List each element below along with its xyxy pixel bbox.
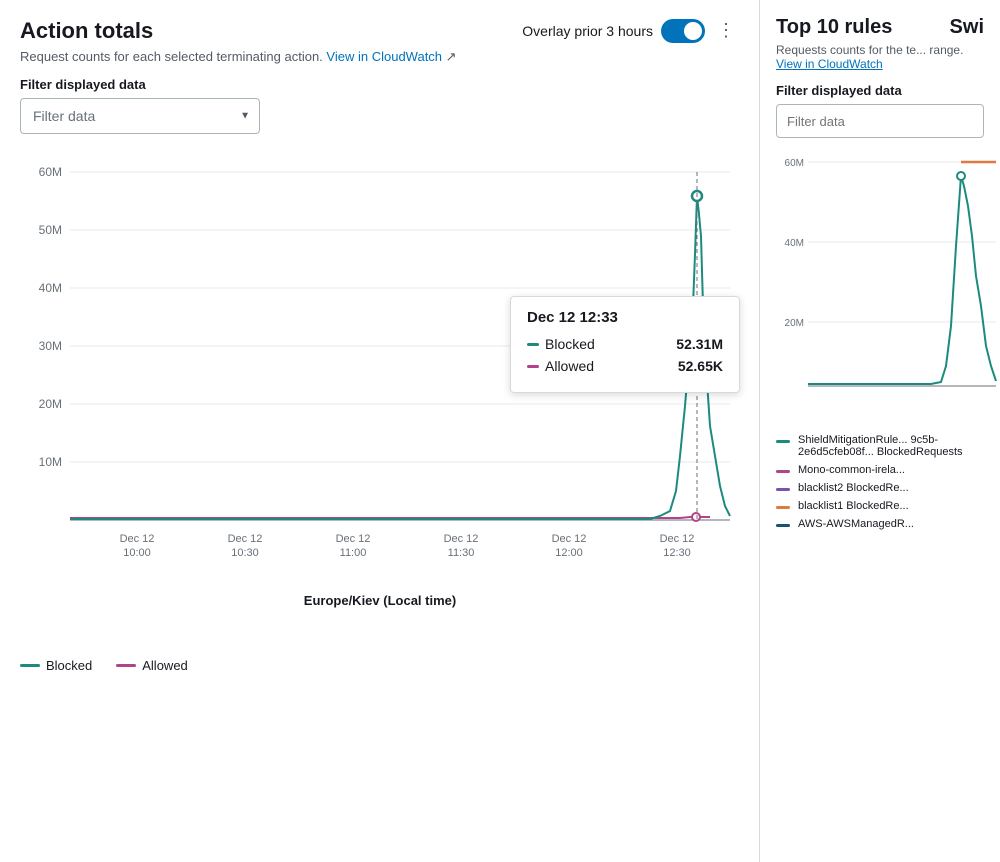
right-legend: ShieldMitigationRule... 9c5b-2e6d5cfeb08… — [776, 434, 984, 530]
right-legend-label-2: blacklist2 BlockedRe... — [798, 482, 909, 494]
right-legend-label-1: Mono-common-irela... — [798, 464, 905, 476]
tooltip-date: Dec 12 12:33 — [527, 309, 723, 326]
svg-text:10:00: 10:00 — [123, 547, 151, 559]
right-filter: Filter displayed data — [776, 83, 984, 138]
right-panel: Top 10 rules Swi Requests counts for the… — [760, 0, 1000, 862]
right-filter-label: Filter displayed data — [776, 83, 984, 98]
svg-text:50M: 50M — [39, 223, 62, 237]
svg-text:20M: 20M — [39, 397, 62, 411]
right-panel-title: Top 10 rules — [776, 16, 892, 39]
panel-subtitle: Request counts for each selected termina… — [20, 49, 739, 65]
cloudwatch-link[interactable]: View in CloudWatch — [326, 49, 442, 64]
svg-text:30M: 30M — [39, 339, 62, 353]
filter-section: Filter displayed data Filter data — [20, 77, 739, 134]
svg-text:Dec 12: Dec 12 — [228, 533, 263, 545]
right-panel-header: Top 10 rules Swi — [776, 16, 984, 39]
right-legend-label-0: ShieldMitigationRule... 9c5b-2e6d5cfeb08… — [798, 434, 984, 458]
svg-text:10:30: 10:30 — [231, 547, 259, 559]
right-legend-item-4: AWS-AWSManagedR... — [776, 518, 984, 530]
left-panel-header: Action totals Overlay prior 3 hours ⋮ — [20, 16, 739, 45]
overlay-label: Overlay prior 3 hours — [522, 23, 653, 39]
legend-allowed-color — [116, 664, 136, 667]
svg-text:Dec 12: Dec 12 — [660, 533, 695, 545]
svg-text:Dec 12: Dec 12 — [552, 533, 587, 545]
x-axis-label: Europe/Kiev (Local time) — [20, 593, 740, 608]
right-legend-color-0 — [776, 440, 790, 443]
right-chart-area: 60M 40M 20M — [776, 146, 984, 426]
svg-text:12:00: 12:00 — [555, 547, 583, 559]
chart-legend: Blocked Allowed — [20, 658, 739, 673]
right-legend-label-3: blacklist1 BlockedRe... — [798, 500, 909, 512]
legend-allowed-label: Allowed — [142, 658, 188, 673]
filter-select[interactable]: Filter data — [20, 98, 260, 134]
legend-blocked-label: Blocked — [46, 658, 92, 673]
filter-select-wrapper: Filter data — [20, 98, 260, 134]
right-legend-item-2: blacklist2 BlockedRe... — [776, 482, 984, 494]
svg-text:20M: 20M — [785, 318, 804, 329]
right-legend-label-4: AWS-AWSManagedR... — [798, 518, 914, 530]
right-chart-svg: 60M 40M 20M — [776, 146, 1000, 426]
filter-label: Filter displayed data — [20, 77, 739, 92]
svg-text:40M: 40M — [785, 238, 804, 249]
allowed-dot — [527, 365, 539, 368]
blocked-dot — [527, 343, 539, 346]
svg-text:Dec 12: Dec 12 — [336, 533, 371, 545]
legend-item-allowed: Allowed — [116, 658, 188, 673]
svg-text:11:00: 11:00 — [340, 547, 367, 559]
menu-icon[interactable]: ⋮ — [713, 16, 739, 45]
right-subtitle: Requests counts for the te... range. Vie… — [776, 43, 984, 71]
svg-text:11:30: 11:30 — [448, 547, 475, 559]
left-panel: Action totals Overlay prior 3 hours ⋮ Re… — [0, 0, 760, 862]
svg-text:60M: 60M — [39, 165, 62, 179]
overlay-toggle[interactable] — [661, 19, 705, 43]
allowed-label: Allowed — [545, 358, 594, 374]
tooltip: Dec 12 12:33 Blocked 52.31M Allowed 52.6… — [510, 296, 740, 393]
svg-text:10M: 10M — [39, 455, 62, 469]
right-legend-item-3: blacklist1 BlockedRe... — [776, 500, 984, 512]
legend-item-blocked: Blocked — [20, 658, 92, 673]
svg-text:40M: 40M — [39, 281, 62, 295]
right-legend-item-0: ShieldMitigationRule... 9c5b-2e6d5cfeb08… — [776, 434, 984, 458]
blocked-label: Blocked — [545, 336, 595, 352]
overlay-controls: Overlay prior 3 hours ⋮ — [522, 16, 739, 45]
svg-text:Dec 12: Dec 12 — [444, 533, 479, 545]
right-filter-input[interactable] — [776, 104, 984, 138]
allowed-value: 52.65K — [678, 358, 723, 374]
panel-title: Action totals — [20, 18, 153, 44]
svg-text:12:30: 12:30 — [663, 547, 691, 559]
right-legend-color-1 — [776, 470, 790, 473]
blocked-value: 52.31M — [676, 336, 723, 352]
right-legend-color-3 — [776, 506, 790, 509]
tooltip-row-allowed: Allowed 52.65K — [527, 358, 723, 374]
right-legend-color-4 — [776, 524, 790, 527]
chart-area: 60M 50M 40M 30M 20M 10M Dec 12 10 — [20, 146, 740, 646]
right-cloudwatch-link[interactable]: View in CloudWatch — [776, 57, 883, 71]
right-legend-item-1: Mono-common-irela... — [776, 464, 984, 476]
legend-blocked-color — [20, 664, 40, 667]
tooltip-row-blocked: Blocked 52.31M — [527, 336, 723, 352]
svg-text:Dec 12: Dec 12 — [120, 533, 155, 545]
svg-text:60M: 60M — [785, 158, 804, 169]
sw-label: Swi — [950, 16, 984, 39]
right-legend-color-2 — [776, 488, 790, 491]
